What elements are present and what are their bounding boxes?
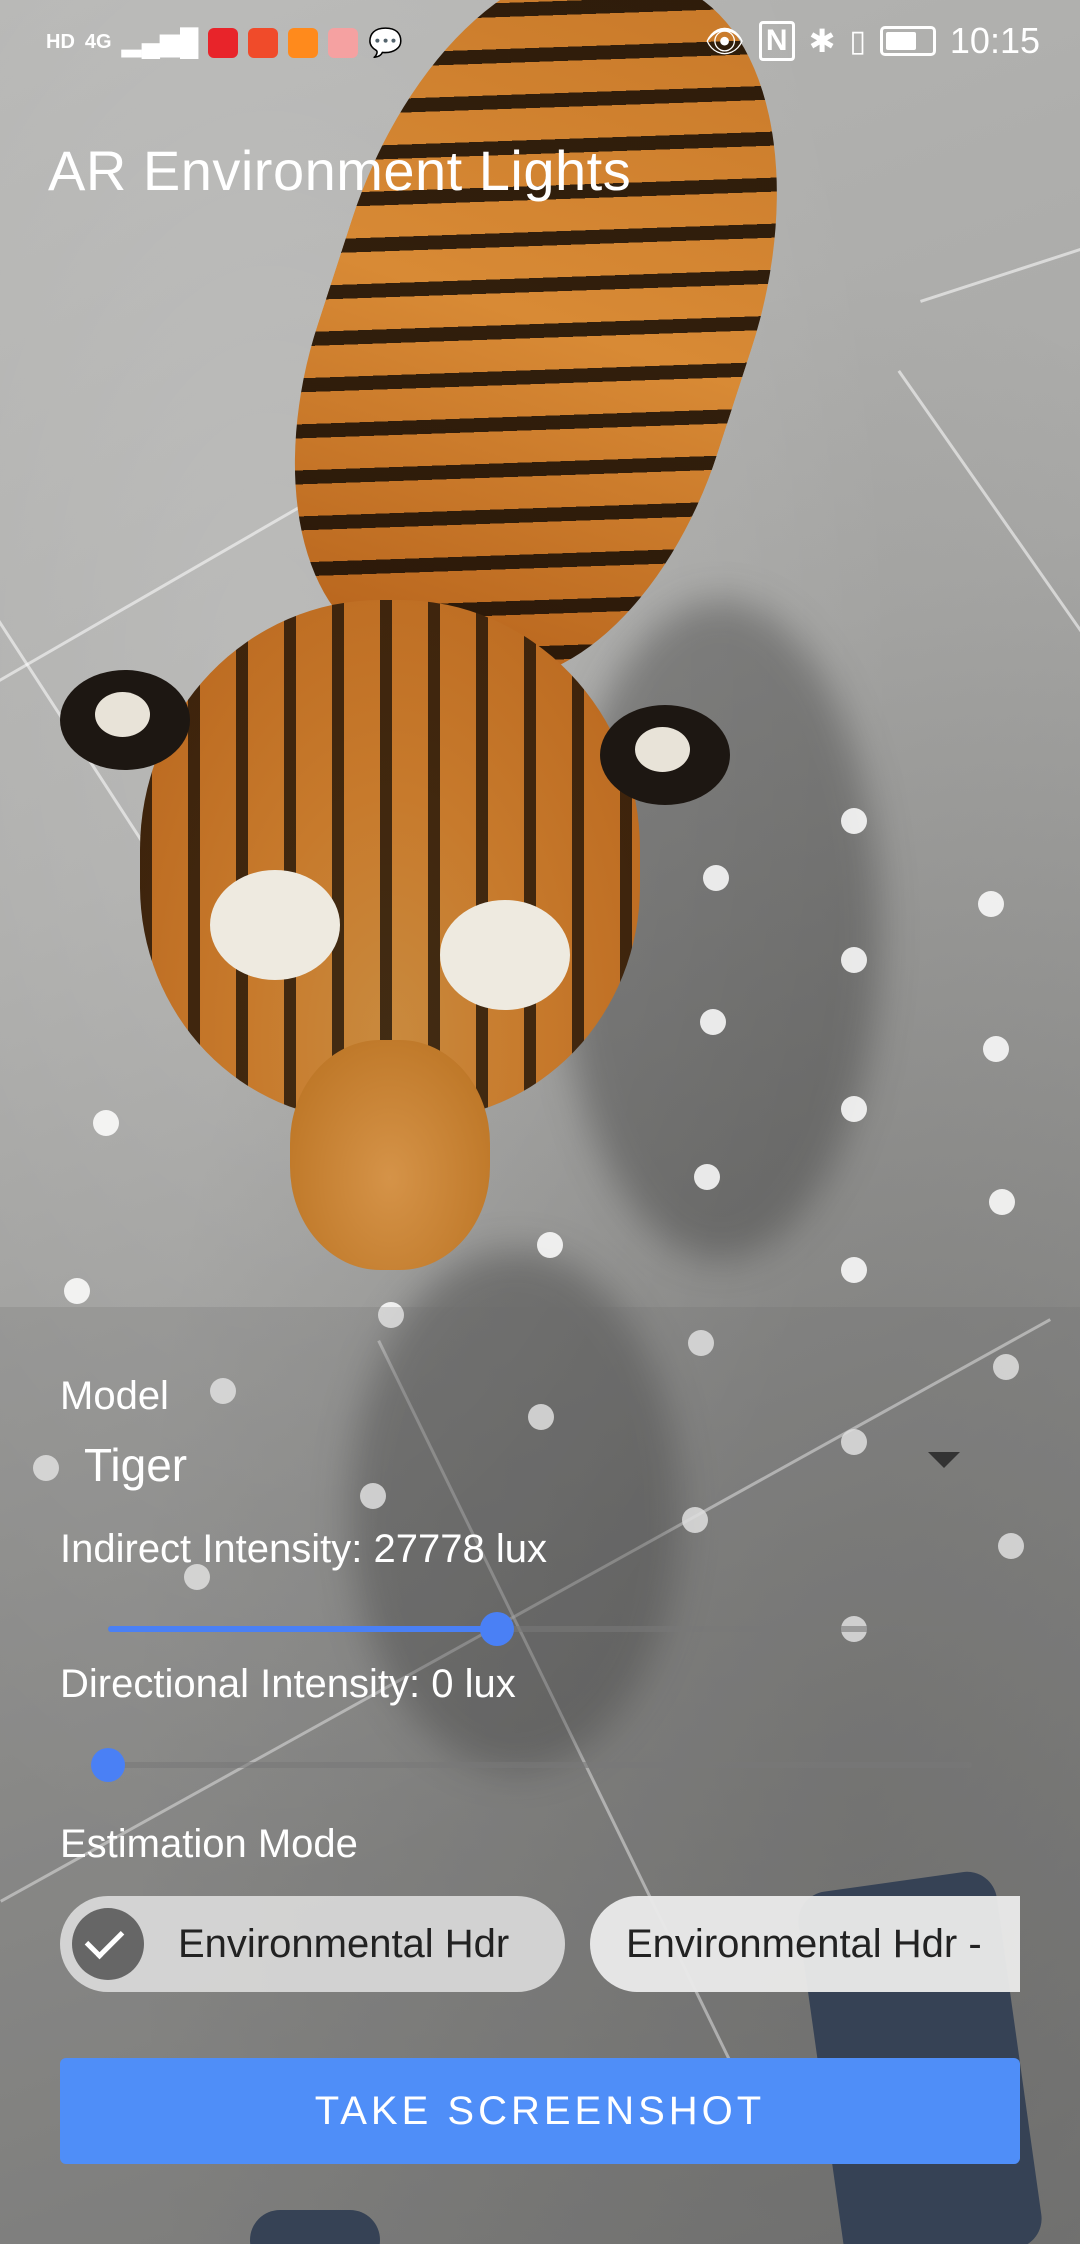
eye-comfort-icon: 👁 bbox=[704, 23, 745, 59]
estimation-mode-label: Estimation Mode bbox=[60, 1822, 358, 1866]
indirect-intensity-label: Indirect Intensity: 27778 lux bbox=[60, 1527, 547, 1571]
plane-dot bbox=[537, 1232, 563, 1258]
clock: 10:15 bbox=[949, 20, 1040, 61]
player-app-icon bbox=[288, 27, 319, 58]
battery-icon bbox=[879, 26, 936, 56]
plane-dot bbox=[978, 891, 1004, 917]
plane-dot bbox=[93, 1110, 119, 1136]
floor-tile-line bbox=[897, 370, 1080, 782]
tiger-cheek bbox=[210, 870, 340, 980]
tiger-ear bbox=[60, 670, 190, 770]
status-bar-left: HD 4G ▂▄▆█ 💬 bbox=[46, 26, 403, 59]
model-dropdown[interactable]: Tiger bbox=[60, 1424, 980, 1504]
directional-intensity-label: Directional Intensity: 0 lux bbox=[60, 1662, 516, 1706]
plane-dot bbox=[694, 1164, 720, 1190]
vibrate-icon: ▯ bbox=[849, 24, 866, 58]
chip-environmental-hdr-variant[interactable]: Environmental Hdr - bbox=[590, 1896, 1020, 1992]
plane-dot bbox=[841, 808, 867, 834]
slider-track bbox=[108, 1762, 972, 1768]
tiger-ear bbox=[600, 705, 730, 805]
indirect-intensity-slider[interactable] bbox=[108, 1608, 972, 1648]
plane-dot bbox=[989, 1189, 1015, 1215]
chip-environmental-hdr[interactable]: Environmental Hdr bbox=[60, 1896, 565, 1992]
model-selected-value: Tiger bbox=[84, 1439, 188, 1491]
page-title: AR Environment Lights bbox=[48, 139, 632, 202]
tiger-cheek bbox=[440, 900, 570, 1010]
check-icon bbox=[72, 1908, 144, 1980]
weibo-app-icon bbox=[248, 27, 279, 58]
signal-icon: ▂▄▆█ bbox=[121, 27, 199, 57]
plane-dot bbox=[703, 865, 729, 891]
take-screenshot-button[interactable]: TAKE SCREENSHOT bbox=[60, 2058, 1020, 2164]
directional-intensity-slider[interactable] bbox=[91, 1744, 972, 1784]
plane-dot bbox=[983, 1036, 1009, 1062]
model-label: Model bbox=[60, 1374, 169, 1418]
slider-thumb[interactable] bbox=[91, 1748, 125, 1782]
tiger-muzzle bbox=[290, 1040, 490, 1270]
chip-label: Environmental Hdr - bbox=[626, 1921, 982, 1966]
dropdown-arrow-icon bbox=[928, 1452, 960, 1468]
hd-indicator: HD bbox=[46, 31, 75, 53]
nfc-icon: N bbox=[758, 21, 795, 61]
network-indicator: 4G bbox=[84, 31, 112, 53]
plane-dot bbox=[841, 947, 867, 973]
plane-dot bbox=[841, 1096, 867, 1122]
slider-fill bbox=[108, 1626, 497, 1632]
wechat-icon: 💬 bbox=[368, 27, 404, 58]
slider-thumb[interactable] bbox=[479, 1612, 514, 1646]
plane-dot bbox=[64, 1278, 90, 1304]
bluetooth-icon: ✱ bbox=[808, 23, 836, 59]
video-app-icon bbox=[208, 27, 239, 58]
plane-dot bbox=[841, 1257, 867, 1283]
plane-dot bbox=[700, 1009, 726, 1035]
status-bar: HD 4G ▂▄▆█ 💬 👁 N ✱ ▯ 10:15 bbox=[0, 0, 1080, 90]
gift-app-icon bbox=[328, 27, 359, 58]
status-bar-right: 👁 N ✱ ▯ 10:15 bbox=[704, 20, 1040, 62]
chip-label: Environmental Hdr bbox=[178, 1921, 510, 1966]
floor-tile-line bbox=[920, 225, 1080, 303]
